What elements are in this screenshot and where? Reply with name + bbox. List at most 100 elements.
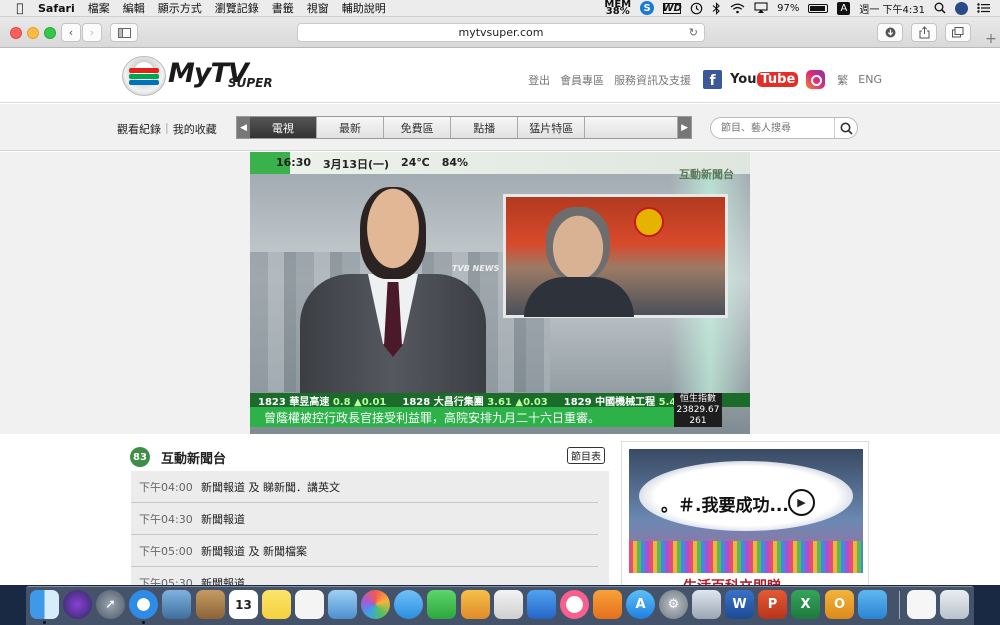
zoom-window-button[interactable] xyxy=(44,27,56,39)
messenger-icon[interactable] xyxy=(858,590,887,619)
tabs-prev-arrow-icon[interactable]: ◀ xyxy=(237,117,250,138)
notes-icon[interactable] xyxy=(262,590,291,619)
safari-icon[interactable] xyxy=(129,590,158,619)
tab-on-demand[interactable]: 點播 xyxy=(451,117,519,138)
tab-free-zone[interactable]: 免費區 xyxy=(384,117,452,138)
keynote-icon[interactable] xyxy=(527,590,556,619)
excel-icon[interactable]: X xyxy=(791,590,820,619)
close-window-button[interactable] xyxy=(10,27,22,39)
user-links: 觀看紀錄 | 我的收藏 xyxy=(117,121,217,137)
contacts-icon[interactable] xyxy=(196,590,225,619)
notification-center-icon[interactable] xyxy=(977,3,990,13)
site-header: MyTV SUPER 登出 會員專區 服務資訊及支援 f You Tube 繁 E… xyxy=(0,48,1000,103)
program-time: 下午04:00 xyxy=(139,480,193,494)
member-area-link[interactable]: 會員專區 xyxy=(560,72,604,88)
support-link[interactable]: 服務資訊及支援 xyxy=(614,72,691,88)
ibooks-icon[interactable] xyxy=(593,590,622,619)
menu-file[interactable]: 檔案 xyxy=(88,0,110,16)
lang-english-link[interactable]: ENG xyxy=(858,73,882,86)
ticker-name: 中國機械工程 xyxy=(595,396,656,408)
logout-link[interactable]: 登出 xyxy=(528,72,550,88)
wifi-icon[interactable] xyxy=(730,3,745,14)
minimize-window-button[interactable] xyxy=(27,27,39,39)
input-source-icon[interactable]: A xyxy=(837,1,851,15)
instagram-icon[interactable] xyxy=(806,70,826,89)
reload-icon[interactable]: ↻ xyxy=(689,26,698,39)
document-icon[interactable] xyxy=(907,590,936,619)
live-video-player[interactable]: 16:30 3月13日(一) 24℃ 84% 互動新聞台 TVB NEWS 18… xyxy=(250,152,750,434)
siri-icon[interactable] xyxy=(63,590,92,619)
menu-help[interactable]: 輔助說明 xyxy=(342,0,386,16)
facebook-icon[interactable]: f xyxy=(703,70,723,89)
tabs-next-arrow-icon[interactable]: ▶ xyxy=(678,117,691,138)
menu-window[interactable]: 視窗 xyxy=(307,0,329,16)
calendar-icon[interactable]: 13 xyxy=(229,590,258,619)
messages-icon[interactable] xyxy=(394,590,423,619)
word-icon[interactable]: W xyxy=(725,590,754,619)
airplay-icon[interactable] xyxy=(754,2,768,14)
spotlight-icon[interactable] xyxy=(934,2,946,14)
bluetooth-icon[interactable] xyxy=(712,1,721,15)
new-tab-button[interactable]: + xyxy=(982,29,1000,48)
ad-banner[interactable]: 。＃.我要成功... ▶ 生活百科立即睇 xyxy=(621,441,869,585)
tab-latest[interactable]: 最新 xyxy=(316,117,385,138)
forward-button[interactable]: › xyxy=(82,23,102,42)
menu-edit[interactable]: 編輯 xyxy=(123,0,145,16)
time-machine-icon[interactable] xyxy=(690,2,703,15)
schedule-row[interactable]: 下午04:00 新聞報道 及 睇新聞．講英文 xyxy=(131,471,598,503)
menu-history[interactable]: 瀏覽記錄 xyxy=(215,0,259,16)
menu-view[interactable]: 顯示方式 xyxy=(158,0,202,16)
watch-history-link[interactable]: 觀看紀錄 xyxy=(117,121,161,137)
my-favorites-link[interactable]: 我的收藏 xyxy=(173,121,217,137)
app-store-icon[interactable]: A xyxy=(626,590,655,619)
finder-icon[interactable] xyxy=(30,590,59,619)
numbers-icon[interactable] xyxy=(494,590,523,619)
menu-bookmarks[interactable]: 書籤 xyxy=(272,0,294,16)
schedule-row[interactable]: 下午04:30 新聞報道 xyxy=(131,503,598,535)
battery-icon[interactable] xyxy=(808,3,829,13)
powerpoint-icon[interactable]: P xyxy=(758,590,787,619)
preview-icon[interactable] xyxy=(162,590,191,619)
menubar:  Safari 檔案 編輯 顯示方式 瀏覽記錄 書籤 視窗 輔助說明 MEM3… xyxy=(0,0,1000,17)
outlook-icon[interactable]: O xyxy=(825,590,854,619)
menu-app-safari[interactable]: Safari xyxy=(38,2,75,15)
skype-icon[interactable]: S xyxy=(640,1,655,15)
tab-blockbuster[interactable]: 猛片特區 xyxy=(518,117,586,138)
reminders-icon[interactable] xyxy=(295,590,324,619)
photos-icon[interactable] xyxy=(361,590,390,619)
tvb-news-watermark: TVB NEWS xyxy=(452,264,500,273)
ad-slogan: 生活百科立即睇 xyxy=(683,576,781,585)
facetime-icon[interactable] xyxy=(427,590,456,619)
apple-menu-icon[interactable]:  xyxy=(12,1,28,15)
tab-tv[interactable]: 電視 xyxy=(249,117,317,138)
hang-seng-index-box: 恒生指數 23829.67 261 xyxy=(674,393,722,427)
tabs-overview-button[interactable] xyxy=(945,23,971,42)
play-icon[interactable]: ▶ xyxy=(788,489,815,516)
back-button[interactable]: ‹ xyxy=(61,23,81,42)
share-button[interactable] xyxy=(911,23,937,42)
user-avatar-icon[interactable] xyxy=(955,1,968,15)
battery-percent[interactable]: 97% xyxy=(777,3,799,14)
keynote-photo-icon[interactable] xyxy=(328,590,357,619)
menubar-clock[interactable]: 週一 下午4:31 xyxy=(859,1,925,16)
music-icon[interactable]: ♪ xyxy=(560,590,589,619)
lang-traditional-link[interactable]: 繁 xyxy=(837,72,848,88)
youtube-icon[interactable]: You Tube xyxy=(730,72,799,87)
address-bar[interactable]: mytvsuper.com ↻ xyxy=(297,23,705,42)
launchpad-icon[interactable]: ➚ xyxy=(96,590,125,619)
trash-icon[interactable] xyxy=(940,590,969,619)
downloads-button[interactable] xyxy=(877,23,903,42)
program-schedule: 下午04:00 新聞報道 及 睇新聞．講英文 下午04:30 新聞報道 下午05… xyxy=(131,471,609,585)
system-preferences-icon[interactable]: ⚙ xyxy=(659,590,688,619)
schedule-row[interactable]: 下午05:30 新聞報道 xyxy=(131,567,598,586)
tvb-logo-icon[interactable] xyxy=(122,56,166,96)
image-capture-icon[interactable] xyxy=(692,590,721,619)
search-input[interactable] xyxy=(721,121,831,136)
schedule-button[interactable]: 節目表 xyxy=(567,447,605,464)
search-icon[interactable] xyxy=(834,118,857,138)
wd-drive-icon[interactable]: WD xyxy=(662,2,682,14)
schedule-row[interactable]: 下午05:00 新聞報道 及 新聞檔案 xyxy=(131,535,598,567)
pages-icon[interactable] xyxy=(461,590,490,619)
memory-monitor[interactable]: MEM 38% xyxy=(604,0,631,17)
sidebar-toggle-button[interactable] xyxy=(110,23,138,42)
